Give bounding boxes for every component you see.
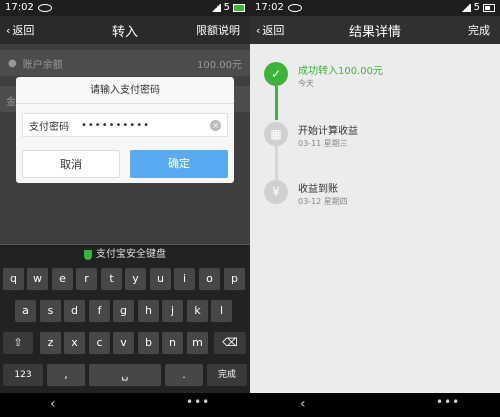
timeline-line xyxy=(275,146,278,180)
eye-icon xyxy=(37,4,52,12)
back-button[interactable]: ‹ 返回 xyxy=(6,22,34,38)
nav-bar: ‹ ••• xyxy=(0,393,250,417)
key-s[interactable]: s xyxy=(40,300,61,322)
password-dialog: 请输入支付密码 支付密码 •••••••••• × 取消 确定 xyxy=(16,77,234,183)
key-o[interactable]: o xyxy=(199,268,220,290)
password-value: •••••••••• xyxy=(81,119,150,131)
password-label: 支付密码 xyxy=(29,121,69,133)
limit-info-link[interactable]: 限额说明 xyxy=(196,22,240,38)
key-t[interactable]: t xyxy=(101,268,122,290)
key-z[interactable]: z xyxy=(40,332,61,354)
shift-key[interactable]: ⇧ xyxy=(3,332,33,354)
key-i[interactable]: i xyxy=(174,268,195,290)
battery-icon xyxy=(233,4,245,12)
comma-key[interactable]: , xyxy=(47,364,85,386)
key-e[interactable]: e xyxy=(52,268,73,290)
key-f[interactable]: f xyxy=(89,300,110,322)
key-u[interactable]: u xyxy=(150,268,171,290)
numeric-key[interactable]: 123 xyxy=(3,364,43,386)
key-p[interactable]: p xyxy=(224,268,245,290)
key-r[interactable]: r xyxy=(76,268,97,290)
signal-strength: 5 xyxy=(473,2,480,13)
key-v[interactable]: v xyxy=(113,332,134,354)
key-g[interactable]: g xyxy=(113,300,134,322)
back-label: 返回 xyxy=(12,24,35,37)
signal-icon xyxy=(210,4,221,12)
cancel-button[interactable]: 取消 xyxy=(22,150,120,178)
step-3-date: 03-12 星期四 xyxy=(298,197,348,206)
yen-icon: ¥ xyxy=(264,180,288,204)
step-1-title: 成功转入100.00元 xyxy=(298,66,383,77)
shield-icon xyxy=(84,250,92,260)
title-bar: ‹ 返回 转入 限额说明 xyxy=(0,16,250,44)
key-k[interactable]: k xyxy=(187,300,208,322)
step-2-title: 开始计算收益 xyxy=(298,126,358,137)
dialog-title: 请输入支付密码 xyxy=(16,77,234,104)
battery-icon xyxy=(483,4,495,12)
key-m[interactable]: m xyxy=(187,332,208,354)
period-key[interactable]: . xyxy=(165,364,203,386)
nav-menu-icon[interactable]: ••• xyxy=(436,395,460,409)
eye-icon xyxy=(287,4,302,12)
password-field[interactable]: 支付密码 •••••••••• × xyxy=(22,113,228,137)
done-button[interactable]: 完成 xyxy=(468,22,490,38)
status-time: 17:02 xyxy=(255,2,284,13)
nav-bar: ‹ ••• xyxy=(250,393,500,417)
check-icon: ✓ xyxy=(264,62,288,86)
key-w[interactable]: w xyxy=(27,268,48,290)
key-d[interactable]: d xyxy=(64,300,85,322)
keyboard-header-label: 支付宝安全键盘 xyxy=(96,249,166,260)
title-bar: ‹ 返回 结果详情 完成 xyxy=(250,16,500,44)
step-3-title: 收益到账 xyxy=(298,184,338,195)
signal-strength: 5 xyxy=(223,2,230,13)
transfer-screen: 17:02 5 ‹ 返回 转入 限额说明 ● 账户余额 100.00元 金 请输… xyxy=(0,0,250,417)
key-b[interactable]: b xyxy=(138,332,159,354)
page-title: 结果详情 xyxy=(348,24,401,40)
back-label: 返回 xyxy=(262,24,285,37)
key-a[interactable]: a xyxy=(15,300,36,322)
result-screen: 17:02 5 ‹ 返回 结果详情 完成 ✓ 成功转入100.00元 今天 ▦ … xyxy=(250,0,500,417)
key-j[interactable]: j xyxy=(162,300,183,322)
timeline-line-active xyxy=(275,86,278,120)
status-bar: 17:02 5 xyxy=(0,0,250,16)
backspace-key[interactable]: ⌫ xyxy=(214,332,246,354)
status-bar: 17:02 5 xyxy=(250,0,500,16)
nav-back-icon[interactable]: ‹ xyxy=(50,396,56,412)
key-c[interactable]: c xyxy=(89,332,110,354)
done-key[interactable]: 完成 xyxy=(207,364,247,386)
key-n[interactable]: n xyxy=(162,332,183,354)
status-time: 17:02 xyxy=(5,2,34,13)
confirm-button[interactable]: 确定 xyxy=(130,150,228,178)
step-1-date: 今天 xyxy=(298,79,314,88)
key-l[interactable]: l xyxy=(211,300,232,322)
signal-icon xyxy=(460,4,471,12)
nav-menu-icon[interactable]: ••• xyxy=(186,395,210,409)
calculator-icon: ▦ xyxy=(264,122,288,146)
keyboard-header: 支付宝安全键盘 xyxy=(0,245,250,265)
key-y[interactable]: y xyxy=(125,268,146,290)
clear-icon[interactable]: × xyxy=(210,119,221,131)
key-x[interactable]: x xyxy=(64,332,85,354)
key-q[interactable]: q xyxy=(3,268,24,290)
secure-keyboard: 支付宝安全键盘 q w e r t y u i o p a s d f g h … xyxy=(0,245,250,393)
key-h[interactable]: h xyxy=(138,300,159,322)
nav-back-icon[interactable]: ‹ xyxy=(300,396,306,412)
back-button[interactable]: ‹ 返回 xyxy=(256,22,284,38)
step-2-date: 03-11 星期三 xyxy=(298,139,348,148)
space-key[interactable]: ␣ xyxy=(89,364,161,386)
